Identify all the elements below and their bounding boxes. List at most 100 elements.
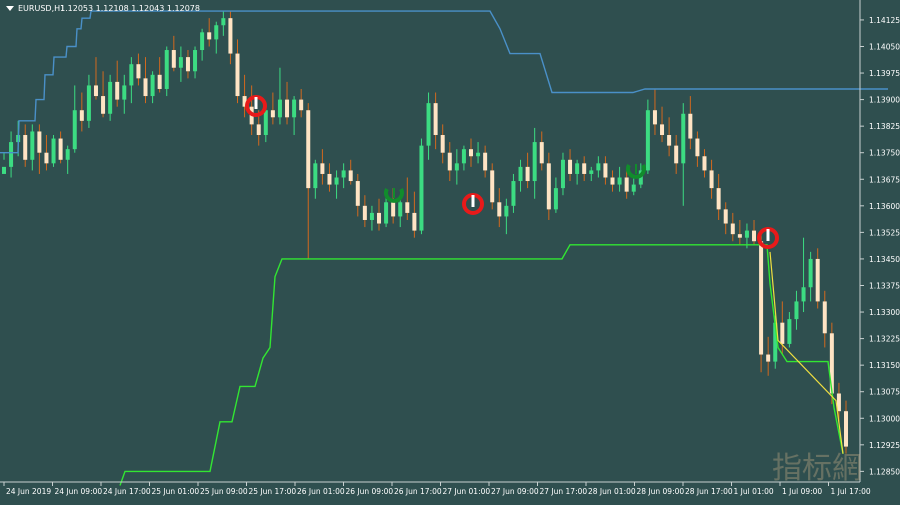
candle [270, 92, 275, 125]
candle-body [752, 230, 757, 242]
candle [560, 152, 565, 196]
candle [518, 159, 523, 192]
candle [200, 28, 205, 61]
x-tick-label: 24 Jun 17:00 [103, 487, 151, 496]
candle [412, 191, 417, 238]
candle [808, 251, 813, 302]
candle-body [108, 81, 113, 114]
x-tick-label: 28 Jun 17:00 [685, 487, 733, 496]
candle-body [589, 170, 594, 174]
signal-arrow-shaft [254, 97, 258, 109]
candle-body [221, 18, 226, 26]
candle-body [532, 142, 537, 182]
candle [476, 142, 481, 164]
candle-body [398, 202, 403, 217]
candle [348, 159, 353, 185]
candle-body [447, 152, 452, 171]
candle [150, 71, 155, 104]
candle-body [723, 209, 728, 224]
candle [759, 234, 764, 373]
ohlc-values: 1.12053 1.12108 1.12043 1.12078 [60, 4, 200, 13]
candle [320, 149, 325, 185]
candle [292, 96, 297, 136]
y-tick-label: 1.13750 [869, 149, 900, 158]
candle-body [468, 149, 473, 157]
candle [129, 57, 134, 104]
candle [327, 163, 332, 192]
candle [277, 67, 282, 125]
candle-body [348, 170, 353, 182]
candle [752, 219, 757, 245]
candle-body [164, 50, 169, 89]
candle [667, 117, 672, 157]
candle-body [681, 113, 686, 164]
candle [58, 131, 63, 164]
x-tick-label: 27 Jun 09:00 [491, 487, 539, 496]
candle-body [193, 50, 198, 72]
candle [93, 57, 98, 100]
candle-body [822, 301, 827, 334]
candle-body [419, 145, 424, 231]
candle-body [355, 181, 360, 206]
candle [242, 74, 247, 118]
candle-body [688, 113, 693, 139]
candle [2, 152, 6, 174]
x-tick-label: 28 Jun 01:00 [588, 487, 636, 496]
candle-body [270, 110, 275, 118]
candle [844, 400, 848, 454]
candle [115, 60, 120, 107]
lower-channel-line [119, 244, 844, 486]
sell-signal-icon [245, 95, 267, 117]
y-tick-label: 1.12925 [869, 441, 900, 450]
price-chart[interactable]: 1.14125 1.14050 1.13975 1.13900 1.13825 1.137… [0, 0, 900, 500]
candle [716, 173, 721, 220]
candle [688, 96, 693, 150]
candle [178, 46, 183, 82]
candle-body [603, 163, 608, 178]
x-tick-label: 1 Jul 09:00 [782, 487, 822, 496]
candle [575, 159, 580, 185]
candle-body [744, 230, 749, 238]
candle-body [476, 152, 481, 157]
candle [730, 212, 735, 242]
signal-arrow-shaft [635, 164, 637, 174]
candle [405, 177, 410, 220]
sell-signal-icon [462, 193, 484, 215]
chart-canvas[interactable]: 1.14125 1.14050 1.13975 1.13900 1.13825 1.137… [0, 0, 900, 500]
candle-body [702, 156, 707, 171]
candle-body [405, 202, 410, 213]
chart-header: EURUSD,H1 1.12053 1.12108 1.12043 1.1207… [6, 4, 200, 13]
y-tick-label: 1.13675 [869, 175, 900, 184]
candle-body [575, 163, 580, 174]
candle [787, 312, 792, 348]
candle-body [504, 205, 509, 217]
candle [44, 135, 49, 171]
x-tick-label: 25 Jun 01:00 [152, 487, 200, 496]
candle-body [235, 53, 240, 97]
candle [645, 99, 650, 174]
candle [185, 50, 190, 79]
x-tick-label: 27 Jun 01:00 [443, 487, 491, 496]
candle-body [667, 135, 672, 146]
candle-body [285, 99, 290, 118]
candle-body [185, 57, 190, 72]
candle-body [23, 135, 28, 160]
candle [362, 195, 367, 228]
candle-body [787, 319, 792, 344]
candle-body [86, 85, 91, 121]
watermark: 指标網 [772, 451, 862, 486]
candle-body [624, 177, 629, 192]
candle [214, 21, 219, 54]
dropdown-triangle-icon[interactable] [6, 6, 14, 11]
candle [207, 18, 212, 47]
candle [171, 35, 176, 72]
candle [709, 159, 714, 199]
x-tick-label: 26 Jun 09:00 [346, 487, 394, 496]
candle-body [313, 163, 318, 189]
candle-body [377, 212, 382, 224]
candle-body [560, 159, 565, 189]
candles-layer [2, 11, 848, 454]
candle [447, 142, 452, 182]
signal-arrow-shaft [766, 229, 770, 241]
candle-body [143, 78, 148, 97]
